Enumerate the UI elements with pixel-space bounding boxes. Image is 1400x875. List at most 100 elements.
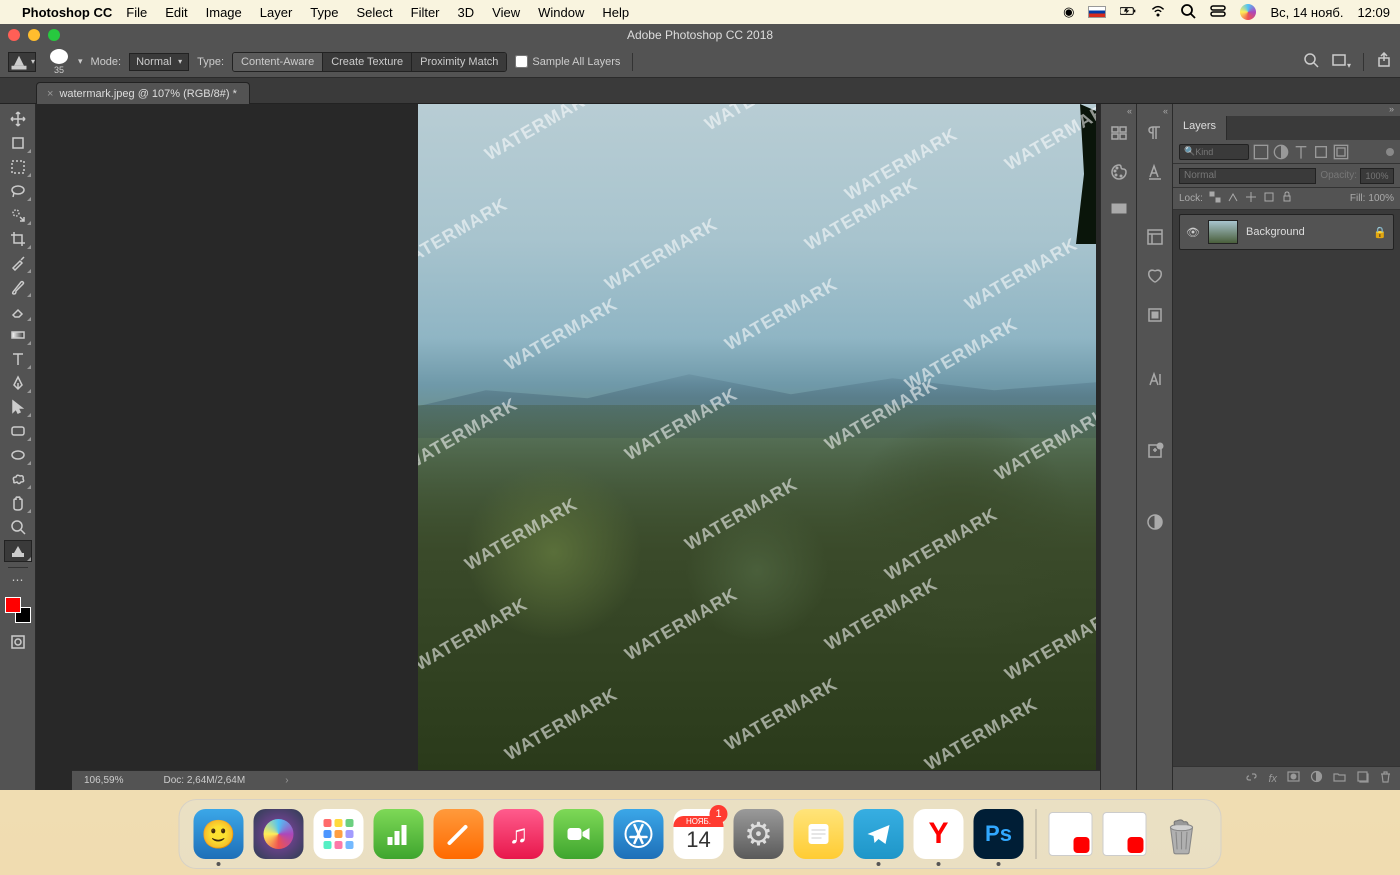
dock-calendar[interactable]: НОЯБ.141 <box>674 809 724 859</box>
hand-tool[interactable] <box>4 492 32 514</box>
properties-panel-icon[interactable] <box>1146 228 1164 251</box>
adjustment-layer-icon[interactable] <box>1310 770 1323 788</box>
zoom-level[interactable]: 106,59% <box>84 775 123 786</box>
share-icon[interactable] <box>1376 52 1392 71</box>
minimize-window-button[interactable] <box>28 29 40 41</box>
zoom-window-button[interactable] <box>48 29 60 41</box>
layer-item[interactable]: 👁 Background 🔒 <box>1179 214 1394 250</box>
link-layers-icon[interactable] <box>1245 770 1258 788</box>
menu-3d[interactable]: 3D <box>458 5 475 20</box>
flag-icon[interactable] <box>1088 6 1106 18</box>
menu-edit[interactable]: Edit <box>165 5 187 20</box>
move-tool[interactable] <box>4 108 32 130</box>
lock-position-icon[interactable] <box>1245 191 1257 206</box>
adjustments-panel-icon[interactable] <box>1146 306 1164 329</box>
artboard-tool[interactable] <box>4 132 32 154</box>
document-tab[interactable]: × watermark.jpeg @ 107% (RGB/8#) * <box>36 82 250 104</box>
type-proximity-match[interactable]: Proximity Match <box>412 53 506 71</box>
menu-image[interactable]: Image <box>206 5 242 20</box>
search-icon[interactable] <box>1303 52 1319 71</box>
location-icon[interactable]: ◉ <box>1063 4 1074 20</box>
menu-view[interactable]: View <box>492 5 520 20</box>
dock-siri[interactable] <box>254 809 304 859</box>
dock-pages[interactable] <box>434 809 484 859</box>
libraries-panel-icon[interactable] <box>1146 267 1164 290</box>
quick-mask-icon[interactable] <box>4 631 32 653</box>
dock-finder[interactable]: 🙂 <box>194 809 244 859</box>
layers-tab[interactable]: Layers <box>1173 116 1227 140</box>
expand-strip-icon[interactable]: « <box>1101 106 1136 116</box>
path-select-tool[interactable] <box>4 396 32 418</box>
gradient-tool[interactable] <box>4 324 32 346</box>
filter-pixel-icon[interactable] <box>1253 144 1269 160</box>
foreground-color[interactable] <box>5 597 21 613</box>
paragraph-panel-icon[interactable] <box>1146 124 1164 147</box>
opacity-value[interactable]: 100% <box>1360 168 1394 184</box>
menu-help[interactable]: Help <box>602 5 629 20</box>
lock-image-icon[interactable] <box>1227 191 1239 206</box>
delete-layer-icon[interactable] <box>1379 770 1392 788</box>
layer-lock-icon[interactable]: 🔒 <box>1373 226 1387 239</box>
collapse-layers-icon[interactable]: » <box>1173 104 1400 116</box>
layer-visibility-icon[interactable]: 👁 <box>1186 226 1200 239</box>
dock-music[interactable]: ♫ <box>494 809 544 859</box>
menu-layer[interactable]: Layer <box>260 5 293 20</box>
fill-value[interactable]: 100% <box>1368 193 1394 204</box>
sample-all-checkbox[interactable] <box>515 55 528 68</box>
filter-shape-icon[interactable] <box>1313 144 1329 160</box>
character-panel-icon[interactable] <box>1146 163 1164 186</box>
brush-size-picker[interactable]: 35 <box>44 49 74 75</box>
learn-panel-icon[interactable]: + <box>1146 442 1164 465</box>
wifi-icon[interactable] <box>1150 3 1166 22</box>
new-layer-icon[interactable] <box>1356 770 1369 788</box>
doc-size[interactable]: Doc: 2,64M/2,64M <box>163 775 245 786</box>
zoom-tool[interactable] <box>4 516 32 538</box>
rectangle-tool[interactable] <box>4 420 32 442</box>
dock-minimized-window-1[interactable] <box>1049 812 1093 856</box>
spotlight-icon[interactable] <box>1180 3 1196 22</box>
filter-kind-select[interactable]: 🔍Kind <box>1179 144 1249 160</box>
canvas-area[interactable]: WATERMARK WATERMARK WATERMARK WATERMARK … <box>36 104 1100 790</box>
layer-style-icon[interactable]: fx <box>1268 773 1277 785</box>
menu-file[interactable]: File <box>126 5 147 20</box>
menubar-time[interactable]: 12:09 <box>1357 5 1390 20</box>
sample-all-layers-checkbox[interactable]: Sample All Layers <box>515 55 620 68</box>
dock-appstore[interactable] <box>614 809 664 859</box>
ellipse-tool[interactable] <box>4 444 32 466</box>
edit-toolbar-icon[interactable]: ⋯ <box>4 573 32 587</box>
dock-telegram[interactable] <box>854 809 904 859</box>
layer-mask-icon[interactable] <box>1287 770 1300 788</box>
menu-filter[interactable]: Filter <box>411 5 440 20</box>
window-traffic-lights[interactable] <box>8 29 60 41</box>
expand-strip-icon[interactable]: « <box>1137 106 1172 116</box>
dock-settings[interactable]: ⚙ <box>734 809 784 859</box>
dock-facetime[interactable] <box>554 809 604 859</box>
eyedropper-tool[interactable] <box>4 252 32 274</box>
menu-select[interactable]: Select <box>356 5 392 20</box>
close-doc-icon[interactable]: × <box>47 88 53 100</box>
swatches-panel-icon[interactable] <box>1110 202 1128 225</box>
canvas-image[interactable]: WATERMARK WATERMARK WATERMARK WATERMARK … <box>418 104 1096 773</box>
type-content-aware[interactable]: Content-Aware <box>233 53 323 71</box>
lock-artboard-icon[interactable] <box>1263 191 1275 206</box>
type-create-texture[interactable]: Create Texture <box>323 53 412 71</box>
crop-tool[interactable] <box>4 228 32 250</box>
dock-numbers[interactable] <box>374 809 424 859</box>
siri-icon[interactable] <box>1240 4 1256 20</box>
menubar-date[interactable]: Вс, 14 нояб. <box>1270 5 1343 20</box>
close-window-button[interactable] <box>8 29 20 41</box>
glyphs-panel-icon[interactable] <box>1146 371 1164 394</box>
quick-select-tool[interactable] <box>4 204 32 226</box>
dock-trash[interactable] <box>1157 809 1207 859</box>
brush-tool[interactable] <box>4 276 32 298</box>
healing-brush-tool[interactable] <box>4 540 32 562</box>
layer-thumbnail[interactable] <box>1208 220 1238 244</box>
custom-shape-tool[interactable] <box>4 468 32 490</box>
dock-photoshop[interactable]: Ps <box>974 809 1024 859</box>
styles-panel-icon[interactable] <box>1146 513 1164 536</box>
brush-dropdown-icon[interactable]: ▾ <box>78 56 83 67</box>
color-panel-icon[interactable] <box>1110 163 1128 186</box>
type-tool[interactable] <box>4 348 32 370</box>
layer-name[interactable]: Background <box>1246 226 1305 238</box>
lock-all-icon[interactable] <box>1281 191 1293 206</box>
